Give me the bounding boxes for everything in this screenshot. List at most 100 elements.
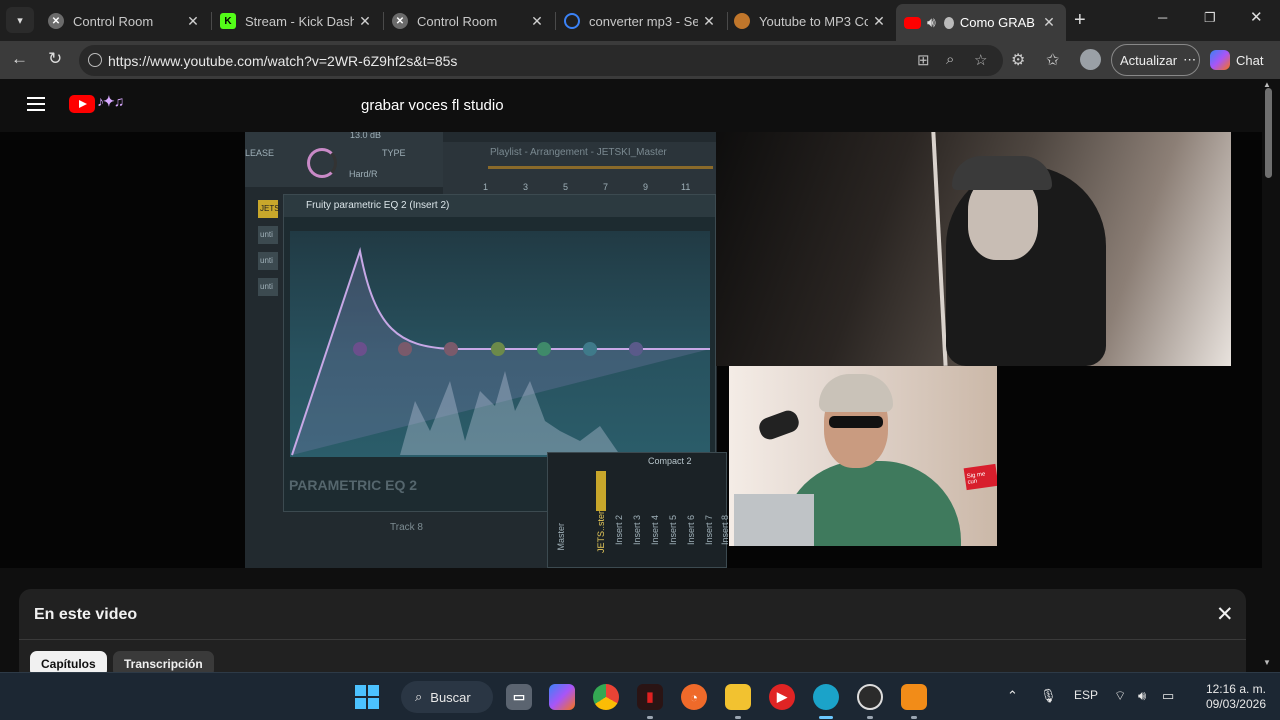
speaker-icon[interactable]: 🔊︎ [927,14,936,31]
close-icon[interactable]: ✕ [1216,602,1234,627]
chrome-icon[interactable] [593,684,619,710]
video-player[interactable]: LEASE 13.0 dB TYPE Hard/R Playlist - Arr… [0,132,1262,568]
reload-button[interactable]: ↻ [48,49,62,69]
hamburger-menu-icon[interactable] [27,97,45,115]
fl-db-label: 13.0 dB [350,132,382,140]
youtube-page: ♪✦♫ grabar voces fl studio LEASE 13.0 dB… [0,79,1280,679]
tab-kick-dashboard[interactable]: K Stream - Kick Dashbo ✕ [212,6,382,36]
app-install-icon[interactable]: ⊞ [917,51,930,69]
file-explorer-icon[interactable] [725,684,751,710]
scrollbar-thumb[interactable] [1265,88,1272,178]
copilot-icon[interactable] [549,684,575,710]
webcam-overlay-top [716,132,1231,366]
task-view-icon[interactable]: ▭ [506,684,532,710]
close-tab-icon[interactable]: ✕ [872,13,886,30]
page-scrollbar[interactable]: ▲ ▼ [1262,80,1274,668]
laptop-image [734,494,814,546]
microphone-icon[interactable]: 🎙︎ [1040,688,1057,704]
fl-eq-graph [290,231,710,457]
app-red-icon[interactable]: ▮ [637,684,663,710]
tab-control-room-2[interactable]: ✕ Control Room ✕ [384,6,554,36]
kick-icon: K [220,13,236,29]
copilot-chat-button[interactable]: Chat [1210,46,1263,74]
back-button[interactable]: ← [11,49,28,69]
wifi-icon[interactable]: ⌔ [1114,688,1126,704]
close-window-button[interactable]: ✕ [1250,8,1263,26]
new-tab-button[interactable]: + [1074,9,1086,32]
cam-sticker: Sig me cun [963,463,997,491]
youtube-logo[interactable] [69,95,95,113]
fl-channel-buttons: JETS unti unti unti [258,200,280,304]
search-icon [564,13,580,29]
battery-icon[interactable]: ▭ [1162,688,1174,704]
address-bar[interactable]: https://www.youtube.com/watch?v=2WR-6Z9h… [79,45,1003,76]
windows-taskbar: ⌕ Buscar ▭ ▮ ◔ ▶ ⌃ 🎙︎ ESP ⌔ 🔊︎ ▭ 12:16 a… [0,672,1280,720]
youtube-doodle-logo[interactable]: ♪✦♫ [97,93,124,110]
profile-avatar[interactable] [1080,49,1101,70]
chapters-panel: En este video ✕ Capítulos Transcripción [19,589,1246,679]
close-tab-icon[interactable]: ✕ [358,13,372,30]
copilot-icon [1210,50,1230,70]
eq-band-1 [353,342,367,356]
eq-band-3 [444,342,458,356]
language-indicator[interactable]: ESP [1074,688,1098,702]
media-player-icon[interactable]: ▶ [769,684,795,710]
more-icon: ⋯ [1183,52,1197,67]
url-text: https://www.youtube.com/watch?v=2WR-6Z9h… [108,53,458,69]
youtube-icon [904,16,921,29]
tab-converter-search[interactable]: converter mp3 - Sear ✕ [556,6,726,36]
divider [19,639,1246,640]
account-icon [943,16,954,29]
app-orange-icon[interactable]: ◔ [681,684,707,710]
close-tab-icon[interactable]: ✕ [530,13,544,30]
close-tab-icon[interactable]: ✕ [1042,14,1056,31]
fl-track-label: Track 8 [390,522,423,533]
fl-eq-title: Fruity parametric EQ 2 (Insert 2) [284,195,715,217]
favorites-icon[interactable]: ✩ [1046,50,1059,70]
zoom-icon[interactable]: ⌕ [946,51,954,68]
browser-tab-strip: ▾ ✕ Control Room ✕ K Stream - Kick Dashb… [0,0,1280,41]
extension-icon[interactable]: ⚙ [1011,50,1025,70]
eq-band-6 [583,342,597,356]
volume-icon[interactable]: 🔊︎ [1138,688,1146,704]
fl-type-label: TYPE [382,148,406,158]
close-tab-icon[interactable]: ✕ [702,13,716,30]
maximize-button[interactable]: ❐ [1204,10,1216,26]
control-room-icon: ✕ [48,13,64,29]
favorite-star-icon[interactable]: ☆ [974,51,987,69]
fl-playlist-timeline [488,166,713,169]
chevron-down-icon: ▾ [17,14,23,27]
windows-start-icon[interactable] [355,685,379,709]
screen: ▾ ✕ Control Room ✕ K Stream - Kick Dashb… [0,0,1280,720]
minimize-button[interactable]: ─ [1158,10,1167,25]
site-info-icon[interactable] [88,53,102,67]
tab-control-room-1[interactable]: ✕ Control Room ✕ [40,6,210,36]
taskbar-search[interactable]: ⌕ Buscar [401,681,493,713]
obs-icon[interactable] [857,684,883,710]
fl-playlist: Playlist - Arrangement - JETSKI_Master 1… [443,142,717,197]
tray-overflow-icon[interactable]: ⌃ [1007,688,1018,704]
eq-band-2 [398,342,412,356]
fl-release-label: LEASE [245,148,275,158]
fl-knob [307,148,337,178]
close-tab-icon[interactable]: ✕ [186,13,200,30]
scroll-down-icon[interactable]: ▼ [1263,658,1271,667]
tab-youtube-mp3[interactable]: Youtube to MP3 Conv ✕ [726,6,896,36]
search-icon: ⌕ [415,689,423,704]
system-clock[interactable]: 12:16 a. m. 09/03/2026 [1196,682,1266,712]
chapters-title: En este video [34,606,138,623]
search-input[interactable]: grabar voces fl studio [340,93,720,119]
fl-studio-icon[interactable] [901,684,927,710]
eq-curve-svg [291,247,710,456]
fl-hard-label: Hard/R [349,169,378,179]
eq-band-5 [537,342,551,356]
tab-youtube-active[interactable]: 🔊︎ Como GRAB ✕ [896,4,1066,41]
eq-band-4 [491,342,505,356]
microphone-image [756,407,802,443]
edge-icon[interactable] [813,684,839,710]
converter-icon [734,13,750,29]
eq-band-7 [629,342,643,356]
update-button[interactable]: Actualizar ⋯ [1111,44,1200,76]
tab-list-button[interactable]: ▾ [6,7,34,33]
webcam-overlay-bottom: Sig me cun [729,366,997,546]
